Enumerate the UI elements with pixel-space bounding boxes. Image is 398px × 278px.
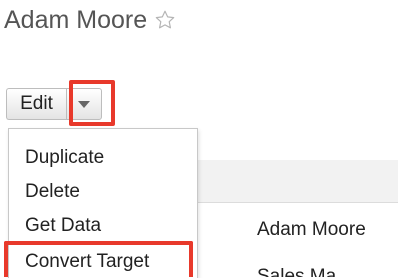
callout-highlight-convert-target xyxy=(4,241,193,277)
list-item-name[interactable]: Sales Ma xyxy=(257,266,336,277)
edit-button[interactable]: Edit xyxy=(6,88,66,120)
record-header: Adam Moore xyxy=(4,3,176,37)
star-icon[interactable] xyxy=(154,9,176,31)
menu-item-delete[interactable]: Delete xyxy=(25,181,80,203)
menu-item-get-data[interactable]: Get Data xyxy=(25,215,101,237)
page-title: Adam Moore xyxy=(4,5,148,34)
list-item-name[interactable]: Adam Moore xyxy=(257,219,366,241)
callout-highlight-dropdown xyxy=(69,80,115,126)
menu-item-duplicate[interactable]: Duplicate xyxy=(25,147,104,169)
